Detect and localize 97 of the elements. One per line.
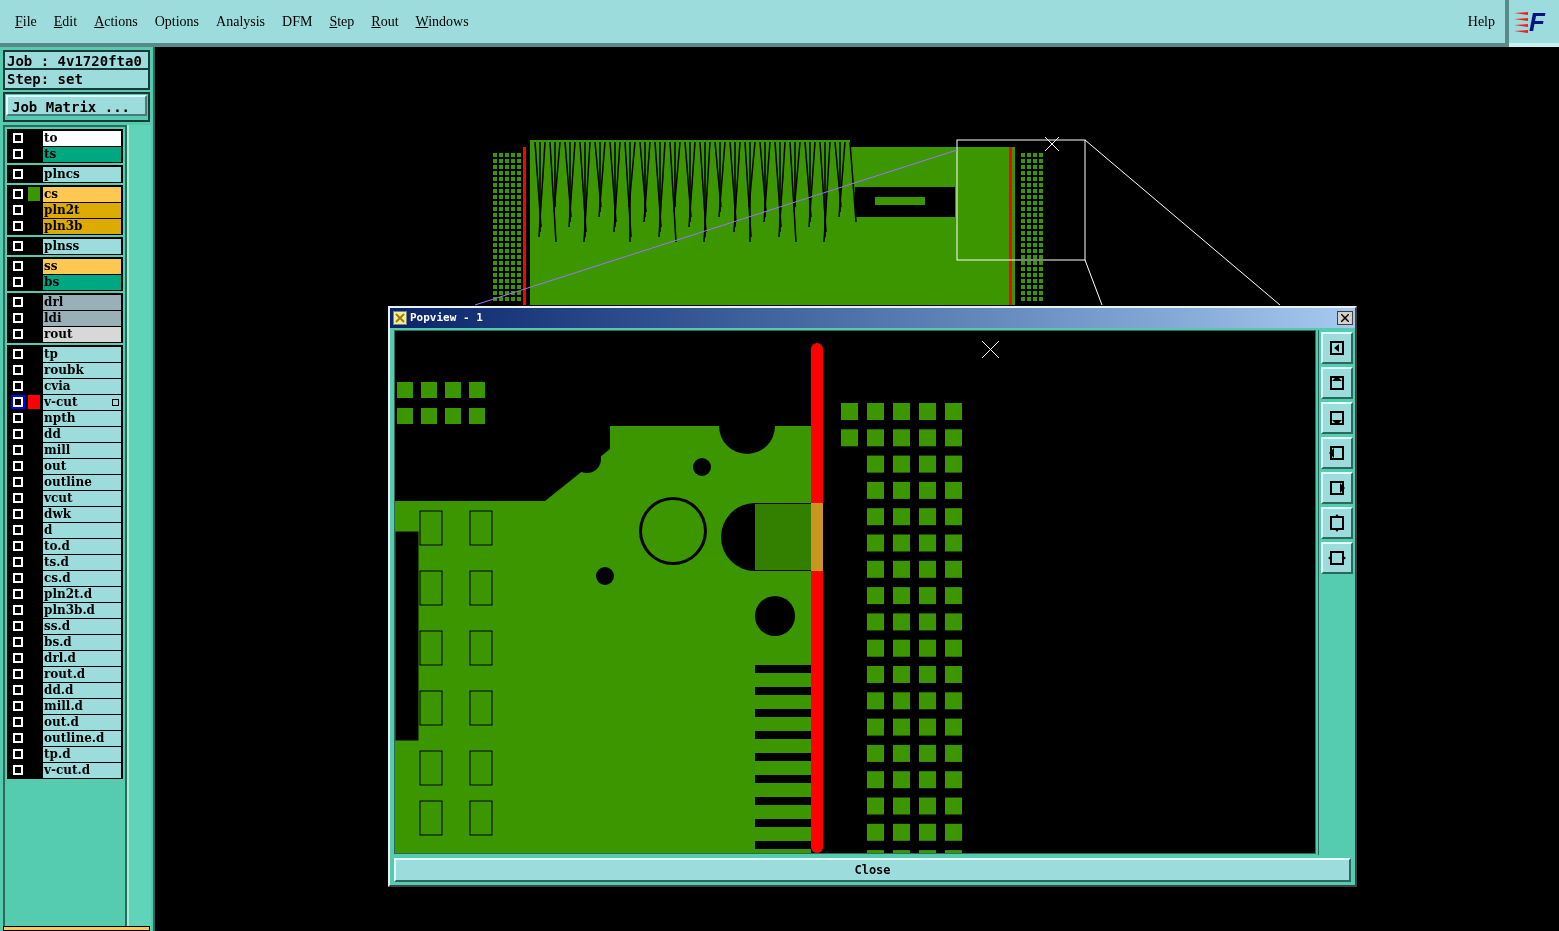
layer-checkbox[interactable] (13, 573, 23, 583)
layer-name[interactable]: outline (43, 474, 121, 490)
menu-item[interactable]: DFM (282, 9, 313, 34)
layer-name[interactable]: dd.d (43, 682, 121, 698)
layer-checkbox[interactable] (13, 297, 23, 307)
layer-checkbox[interactable] (13, 329, 23, 339)
window-title: Popview - 1 (410, 309, 483, 326)
close-button[interactable]: Close (394, 858, 1351, 882)
layer-row[interactable]: v-cut (8, 394, 121, 410)
layer-checkbox[interactable] (13, 717, 23, 727)
layer-checkbox[interactable] (13, 413, 23, 423)
layer-checkbox[interactable] (13, 169, 23, 179)
layer-checkbox[interactable] (13, 509, 23, 519)
layer-checkbox[interactable] (13, 445, 23, 455)
layer-checkbox[interactable] (13, 397, 23, 407)
layer-checkbox[interactable] (13, 685, 23, 695)
layer-checkbox[interactable] (13, 749, 23, 759)
layer-checkbox[interactable] (13, 669, 23, 679)
menu-item[interactable]: Options (154, 9, 200, 34)
layer-checkbox[interactable] (13, 221, 23, 231)
layer-name[interactable]: bs.d (43, 634, 121, 650)
layer-checkbox[interactable] (13, 133, 23, 143)
layer-checkbox[interactable] (13, 261, 23, 271)
layer-name[interactable]: mill.d (43, 698, 121, 714)
layer-name[interactable]: pln2t.d (43, 586, 121, 602)
layer-name[interactable]: bs (43, 274, 121, 290)
layer-checkbox[interactable] (13, 765, 23, 775)
layer-name[interactable]: out (43, 458, 121, 474)
layer-name[interactable]: ts.d (43, 554, 121, 570)
layer-name[interactable]: d (43, 522, 121, 538)
layer-checkbox[interactable] (13, 637, 23, 647)
layer-name[interactable]: tp (43, 346, 121, 362)
layer-checkbox[interactable] (13, 349, 23, 359)
menu-item[interactable]: Actions (94, 9, 138, 34)
job-label: Job : 4v1720fta0 (5, 52, 148, 70)
layer-name[interactable]: dwk (43, 506, 121, 522)
menu-item[interactable]: Rout (371, 9, 399, 34)
layer-checkbox[interactable] (13, 541, 23, 551)
layer-checkbox[interactable] (13, 525, 23, 535)
layer-name[interactable]: drl (43, 294, 121, 310)
step-label: Step: set (6, 70, 84, 88)
layer-checkbox[interactable] (13, 429, 23, 439)
layer-name[interactable]: pln3b.d (43, 602, 121, 618)
logo-text: F (1529, 8, 1545, 35)
app-icon (393, 311, 407, 325)
layer-name[interactable]: tp.d (43, 746, 121, 762)
layer-name[interactable]: vcut (43, 490, 121, 506)
layer-name[interactable]: pln3b (43, 218, 121, 234)
layer-name[interactable]: cs (43, 186, 121, 202)
layer-checkbox[interactable] (13, 313, 23, 323)
layer-checkbox[interactable] (13, 701, 23, 711)
layer-name[interactable]: to.d (43, 538, 121, 554)
layer-checkbox[interactable] (13, 557, 23, 567)
layer-name[interactable]: rout.d (43, 666, 121, 682)
menu-item[interactable]: Analysis (216, 9, 266, 34)
menu-item[interactable]: Step (329, 9, 355, 34)
layer-name[interactable]: ldi (43, 310, 121, 326)
layer-checkbox[interactable] (13, 149, 23, 159)
layer-name[interactable]: plnss (43, 238, 121, 254)
menu-item[interactable]: File (15, 9, 37, 34)
job-matrix-button[interactable]: Job Matrix ... (6, 95, 147, 116)
layer-name[interactable]: mill (43, 442, 121, 458)
layer-name[interactable]: roubk (43, 362, 121, 378)
layer-name[interactable]: drl.d (43, 650, 121, 666)
layer-name[interactable]: cvia (43, 378, 121, 394)
layer-name[interactable]: dd (43, 426, 121, 442)
layer-checkbox[interactable] (13, 621, 23, 631)
layer-name[interactable]: plncs (43, 166, 121, 182)
help-menu-item[interactable]: Help (1467, 11, 1495, 32)
layer-name[interactable]: rout (43, 326, 121, 342)
layer-checkbox[interactable] (13, 189, 23, 199)
layer-checkbox[interactable] (13, 605, 23, 615)
layer-name[interactable]: pln2t (43, 202, 121, 218)
layer-name[interactable]: v-cut.d (43, 762, 121, 778)
layer-checkbox[interactable] (13, 365, 23, 375)
layer-checkbox[interactable] (13, 493, 23, 503)
layer-checkbox[interactable] (13, 733, 23, 743)
layer-checkbox[interactable] (13, 241, 23, 251)
close-icon[interactable] (1337, 311, 1353, 325)
layer-name[interactable]: outline.d (43, 730, 121, 746)
layer-name[interactable]: ts (43, 146, 121, 162)
layer-name[interactable]: out.d (43, 714, 121, 730)
layer-name[interactable]: ss (43, 258, 121, 274)
layer-name[interactable]: npth (43, 410, 121, 426)
layer-checkbox[interactable] (13, 277, 23, 287)
layer-checkbox[interactable] (13, 477, 23, 487)
menu-item[interactable]: Windows (415, 9, 469, 34)
layer-name[interactable]: ss.d (43, 618, 121, 634)
menu-item[interactable]: Edit (53, 9, 78, 34)
layer-checkbox[interactable] (13, 381, 23, 391)
layer-checkbox[interactable] (13, 205, 23, 215)
layer-checkbox[interactable] (13, 589, 23, 599)
layer-checkbox[interactable] (13, 653, 23, 663)
layer-name[interactable]: to (43, 130, 121, 146)
layer-name[interactable]: v-cut (43, 394, 121, 410)
layer-checkbox[interactable] (13, 461, 23, 471)
layer-name[interactable]: cs.d (43, 570, 121, 586)
